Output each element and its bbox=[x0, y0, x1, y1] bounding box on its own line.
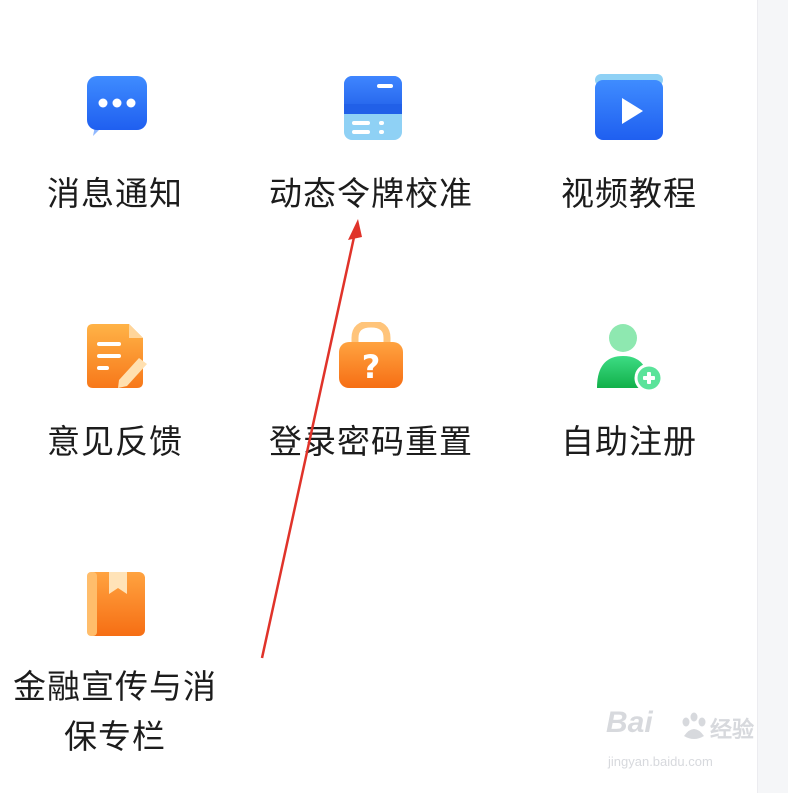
tile-label: 视频教程 bbox=[561, 174, 697, 213]
user-add-icon bbox=[593, 322, 665, 394]
watermark-url: jingyan.baidu.com bbox=[608, 754, 713, 769]
feedback-edit-icon bbox=[79, 322, 151, 394]
paw-icon bbox=[680, 712, 708, 742]
service-menu-page: 消息通知 动态令牌校准 视频教程 意见反馈 ? 登录密码重置 自助注册 金融宣传… bbox=[0, 0, 788, 793]
tile-label: 消息通知 bbox=[47, 174, 183, 213]
tile-password-reset[interactable]: ? 登录密码重置 bbox=[256, 322, 486, 466]
tile-label: 登录密码重置 bbox=[269, 422, 473, 461]
tile-video-tutorial[interactable]: 视频教程 bbox=[514, 74, 744, 218]
video-play-icon bbox=[593, 74, 665, 146]
lock-question-icon: ? bbox=[335, 322, 407, 394]
tile-message-notification[interactable]: 消息通知 bbox=[0, 74, 230, 218]
tile-label: 自助注册 bbox=[561, 422, 697, 461]
token-card-icon bbox=[335, 74, 407, 146]
tile-label: 动态令牌校准 bbox=[269, 174, 473, 213]
tile-finance-promotion[interactable]: 金融宣传与消保专栏 bbox=[0, 570, 230, 762]
tile-feedback[interactable]: 意见反馈 bbox=[0, 322, 230, 466]
bookmark-book-icon bbox=[79, 570, 151, 642]
tile-label: 意见反馈 bbox=[47, 422, 183, 461]
tile-token-calibration[interactable]: 动态令牌校准 bbox=[256, 74, 486, 218]
tile-self-registration[interactable]: 自助注册 bbox=[514, 322, 744, 466]
watermark-brand: Bai bbox=[606, 706, 653, 739]
svg-text:?: ? bbox=[362, 348, 381, 386]
tile-label: 金融宣传与消保专栏 bbox=[13, 667, 217, 756]
message-bubble-icon bbox=[79, 74, 151, 146]
side-panel-edge bbox=[757, 0, 788, 793]
watermark-brand-suffix: 经验 bbox=[710, 718, 755, 743]
baidu-jingyan-watermark: Bai 经验 jingyan.baidu.com bbox=[606, 706, 756, 776]
